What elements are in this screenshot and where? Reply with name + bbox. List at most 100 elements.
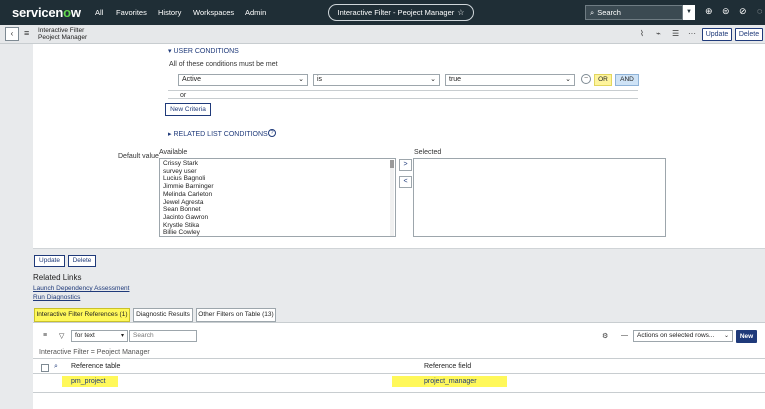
- user-conditions-toggle[interactable]: ▾ USER CONDITIONS: [168, 47, 239, 55]
- tab-diagnostic-results[interactable]: Diagnostic Results: [133, 308, 193, 322]
- divider: [33, 392, 765, 393]
- help-icon[interactable]: ⊘: [739, 6, 747, 17]
- cell-reference-field[interactable]: project_manager: [424, 378, 477, 385]
- new-criteria-button[interactable]: New Criteria: [165, 103, 211, 116]
- logo-text-2: o: [63, 5, 71, 20]
- search-field-select[interactable]: for text ▾: [71, 330, 128, 342]
- top-nav: servicenow All Favorites History Workspa…: [0, 0, 765, 25]
- chevron-down-icon: ⌄: [430, 76, 436, 83]
- list-menu-icon[interactable]: ≡: [43, 332, 47, 339]
- gear-icon[interactable]: ⚙: [602, 332, 608, 340]
- available-label: Available: [159, 149, 188, 156]
- servicenow-logo[interactable]: servicenow: [12, 5, 81, 20]
- related-list-conditions-toggle[interactable]: ▸ RELATED LIST CONDITIONS: [168, 130, 268, 138]
- activity-icon[interactable]: ⌁: [656, 29, 661, 38]
- new-button[interactable]: New: [736, 330, 757, 343]
- chevron-down-icon: ▾: [120, 333, 124, 339]
- available-option[interactable]: survey user: [160, 168, 395, 176]
- available-option[interactable]: Lucius Bagnoli: [160, 175, 395, 183]
- settings-icon[interactable]: ☰: [672, 29, 679, 38]
- available-option[interactable]: Krystle Stika: [160, 222, 395, 230]
- listbox-scrollbar[interactable]: [390, 160, 394, 236]
- divider: [33, 373, 765, 374]
- star-icon[interactable]: ☆: [457, 8, 464, 17]
- record-title: Interactive Filter Peoject Manager: [38, 27, 87, 41]
- nav-all[interactable]: All: [95, 8, 103, 17]
- condition-operator-value: is: [317, 76, 323, 83]
- remove-condition-icon[interactable]: −: [581, 74, 591, 84]
- chevron-down-icon: ⌄: [298, 76, 304, 83]
- list-breadcrumb[interactable]: Interactive Filter = Peoject Manager: [39, 349, 150, 356]
- available-option[interactable]: Sean Bonnet: [160, 206, 395, 214]
- logo-text-3: w: [70, 5, 81, 20]
- remove-selected-button[interactable]: <: [399, 176, 412, 188]
- tab-other-filters[interactable]: Other Filters on Table (13): [196, 308, 276, 322]
- page-title-pill[interactable]: Interactive Filter - Peoject Manager ☆: [328, 4, 474, 21]
- search-icon: ⌕: [590, 8, 595, 17]
- logo-text-1: servicen: [12, 5, 64, 20]
- chevron-down-icon: ⌄: [565, 76, 571, 83]
- globe-icon[interactable]: ⊕: [705, 6, 713, 17]
- available-listbox[interactable]: Crissy Stark survey user Lucius Bagnoli Jim…: [159, 158, 396, 237]
- condition-value-value: true: [449, 76, 462, 83]
- record-header: ‹ ≡ Interactive Filter Peoject Manager ⌇…: [0, 25, 765, 44]
- actions-value: Actions on selected rows...: [637, 332, 715, 339]
- condition-operator-select[interactable]: is ⌄: [313, 74, 440, 86]
- column-reference-table[interactable]: Reference table: [71, 363, 120, 370]
- available-option[interactable]: Melinda Carleton: [160, 191, 395, 199]
- column-search-icon[interactable]: ⌕: [54, 363, 58, 371]
- nav-favorites[interactable]: Favorites: [116, 8, 147, 17]
- launch-dependency-link[interactable]: Launch Dependency Assessment: [33, 285, 129, 292]
- update-button[interactable]: Update: [702, 28, 732, 41]
- delete-button[interactable]: Delete: [735, 28, 763, 41]
- select-all-checkbox[interactable]: [41, 364, 49, 372]
- chat-icon[interactable]: ⊜: [722, 6, 730, 17]
- divider: [168, 98, 638, 99]
- chevron-down-icon: ⌄: [723, 333, 729, 339]
- condition-field-select[interactable]: Active ⌄: [178, 74, 308, 86]
- page-title: Interactive Filter - Peoject Manager: [337, 8, 455, 17]
- available-option[interactable]: Crissy Stark: [160, 160, 395, 168]
- available-option[interactable]: Jewel Agresta: [160, 199, 395, 207]
- condition-value-select[interactable]: true ⌄: [445, 74, 575, 86]
- selected-listbox[interactable]: [413, 158, 666, 237]
- delete-button-bottom[interactable]: Delete: [68, 255, 96, 267]
- search-dropdown[interactable]: ▼: [683, 5, 695, 20]
- actions-select[interactable]: Actions on selected rows... ⌄: [633, 330, 733, 342]
- nav-history[interactable]: History: [158, 8, 181, 17]
- scrollbar-thumb[interactable]: [390, 160, 394, 168]
- column-reference-field[interactable]: Reference field: [424, 363, 471, 370]
- nav-admin[interactable]: Admin: [245, 8, 266, 17]
- all-conditions-label: All of these conditions must be met: [169, 61, 278, 68]
- record-title-line1: Interactive Filter: [38, 27, 85, 34]
- cell-reference-table[interactable]: pm_project: [71, 378, 106, 385]
- related-links-title: Related Links: [33, 273, 82, 282]
- add-selected-button[interactable]: >: [399, 159, 412, 171]
- related-list-conditions-label: RELATED LIST CONDITIONS: [173, 131, 268, 138]
- or-button[interactable]: OR: [594, 74, 612, 86]
- available-option[interactable]: Billie Cowley: [160, 229, 395, 236]
- global-search[interactable]: ⌕ Search: [585, 5, 683, 20]
- tab-interactive-filter-references[interactable]: Interactive Filter References (1): [34, 308, 130, 322]
- and-button[interactable]: AND: [615, 74, 639, 86]
- update-button-bottom[interactable]: Update: [34, 255, 65, 267]
- filter-icon[interactable]: ▽: [59, 332, 64, 340]
- run-diagnostics-link[interactable]: Run Diagnostics: [33, 294, 80, 301]
- selected-label: Selected: [414, 149, 442, 156]
- available-option[interactable]: Jacinto Gawron: [160, 214, 395, 222]
- record-title-line2: Peoject Manager: [38, 34, 88, 41]
- help-icon[interactable]: ?: [268, 129, 276, 137]
- default-value-label: Default value: [118, 153, 159, 160]
- bell-icon[interactable]: ◌: [757, 6, 762, 16]
- list-search-input[interactable]: Search: [129, 330, 197, 342]
- divider: [33, 358, 765, 359]
- back-button[interactable]: ‹: [5, 27, 19, 41]
- paperclip-icon[interactable]: ⌇: [640, 29, 644, 38]
- condition-field-value: Active: [182, 76, 202, 83]
- context-menu-icon[interactable]: ≡: [24, 28, 29, 38]
- available-option[interactable]: Jimmie Barninger: [160, 183, 395, 191]
- chevron-left-icon: ‹: [10, 29, 14, 38]
- nav-workspaces[interactable]: Workspaces: [193, 8, 234, 17]
- collapse-icon[interactable]: —: [621, 332, 628, 339]
- more-icon[interactable]: ···: [688, 29, 696, 38]
